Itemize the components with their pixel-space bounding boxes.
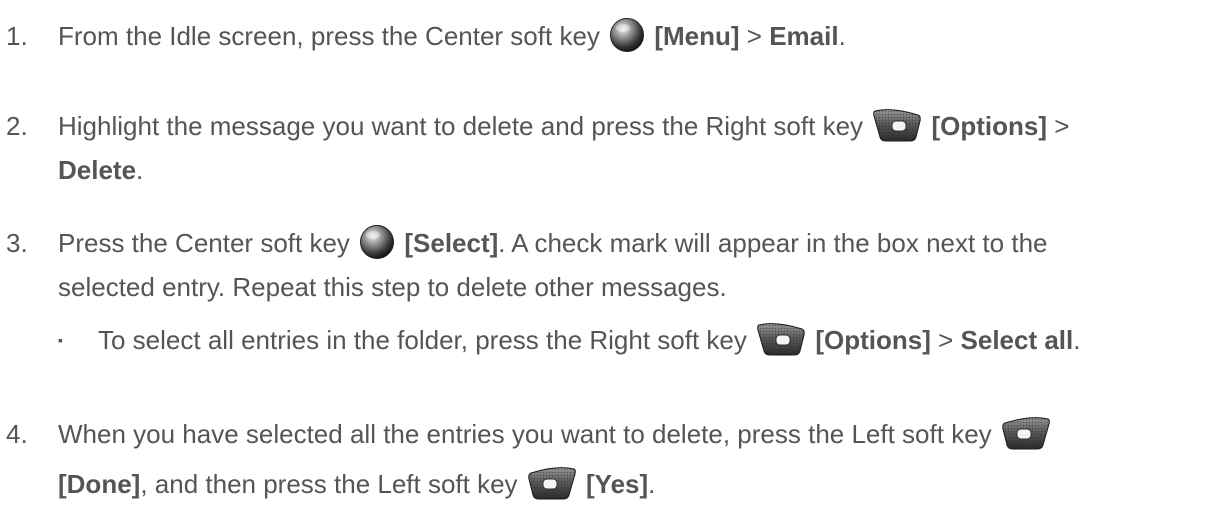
select-all-label: Select all bbox=[960, 325, 1074, 355]
step-line: Delete. bbox=[58, 148, 143, 192]
punctuation: . bbox=[838, 21, 846, 51]
step-text: , and then press the Left soft key bbox=[140, 469, 525, 499]
step-text: From the Idle screen, press the Center s… bbox=[58, 21, 608, 51]
step-text: Press the Center soft key bbox=[58, 228, 358, 258]
left-soft-key-icon bbox=[527, 465, 577, 501]
step-number: 4. bbox=[6, 419, 28, 449]
step-line: When you have selected all the entries y… bbox=[58, 412, 1053, 456]
sub-bullet-line: To select all entries in the folder, pre… bbox=[98, 318, 1080, 362]
center-soft-key-icon bbox=[359, 224, 395, 260]
step-number: 1. bbox=[6, 21, 28, 51]
bullet-marker: ▪ bbox=[58, 332, 63, 348]
right-soft-key-icon bbox=[756, 321, 806, 357]
step-text: . A check mark will appear in the box ne… bbox=[498, 228, 1048, 258]
step-text: When you have selected all the entries y… bbox=[58, 419, 999, 449]
step-line: [Done], and then press the Left soft key… bbox=[58, 462, 655, 506]
punctuation: . bbox=[136, 155, 144, 185]
center-soft-key-icon bbox=[609, 17, 645, 53]
punctuation: . bbox=[1073, 325, 1081, 355]
punctuation: . bbox=[648, 469, 656, 499]
step-text: Highlight the message you want to delete… bbox=[58, 111, 871, 141]
step-line: From the Idle screen, press the Center s… bbox=[58, 14, 846, 58]
options-label: [Options] bbox=[931, 111, 1048, 141]
instruction-document: 1. From the Idle screen, press the Cente… bbox=[0, 0, 1227, 529]
menu-label: [Menu] bbox=[654, 21, 740, 51]
step-text: To select all entries in the folder, pre… bbox=[98, 325, 755, 355]
step-number: 3. bbox=[6, 228, 28, 258]
email-label: Email bbox=[769, 21, 839, 51]
step-line: selected entry. Repeat this step to dele… bbox=[58, 265, 727, 309]
options-label: [Options] bbox=[815, 325, 931, 355]
done-label: [Done] bbox=[58, 469, 141, 499]
step-text: selected entry. Repeat this step to dele… bbox=[58, 272, 727, 302]
step-number: 2. bbox=[6, 111, 28, 141]
delete-label: Delete bbox=[58, 155, 137, 185]
separator: > bbox=[739, 21, 770, 51]
right-soft-key-icon bbox=[872, 107, 922, 143]
separator: > bbox=[1047, 111, 1070, 141]
step-line: Press the Center soft key [Select]. A ch… bbox=[58, 221, 1047, 265]
select-label: [Select] bbox=[404, 228, 499, 258]
yes-label: [Yes] bbox=[586, 469, 649, 499]
left-soft-key-icon bbox=[1001, 415, 1051, 451]
separator: > bbox=[930, 325, 961, 355]
step-line: Highlight the message you want to delete… bbox=[58, 104, 1069, 148]
